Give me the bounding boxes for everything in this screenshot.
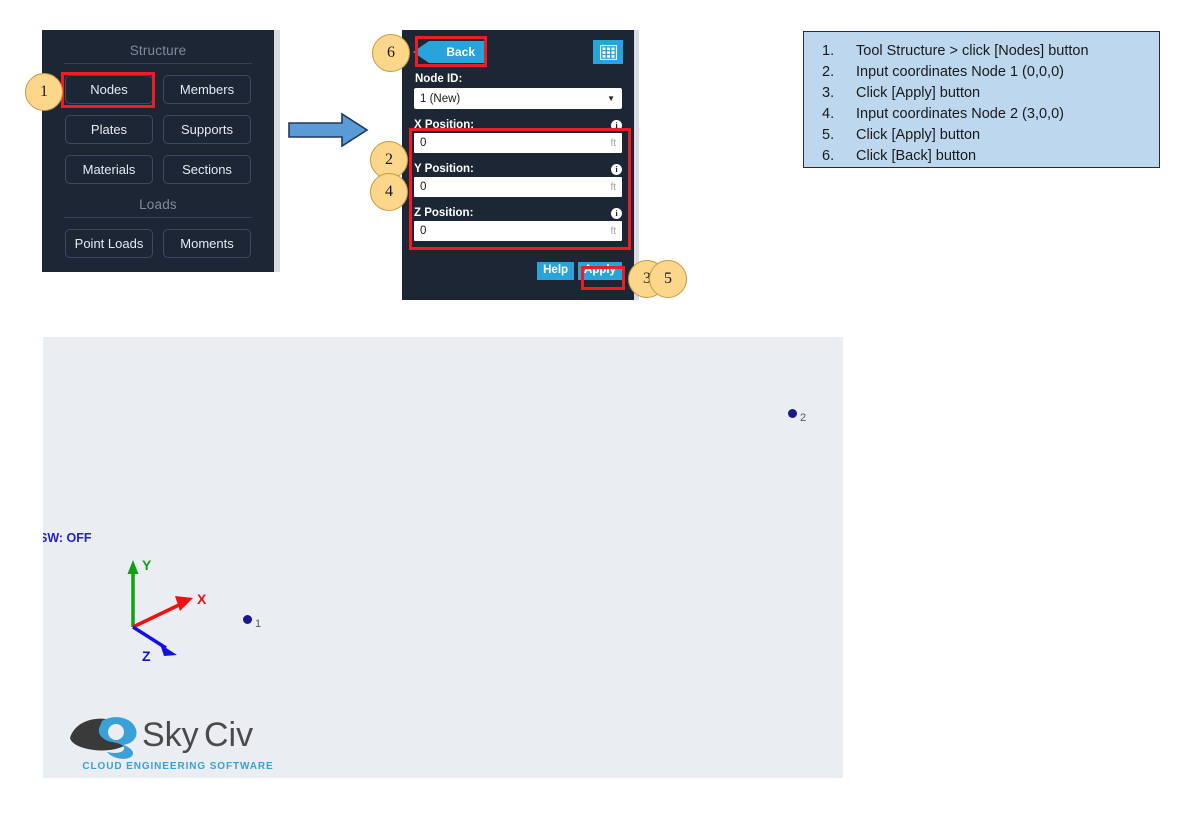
z-position-unit: ft xyxy=(610,225,616,237)
node-id-value: 1 (New) xyxy=(420,92,461,105)
step-badge-6: 6 xyxy=(372,34,410,72)
tool-button-supports[interactable]: Supports xyxy=(163,115,251,144)
step-badge-5: 5 xyxy=(649,260,687,298)
step-number: 5. xyxy=(822,127,835,143)
section-title-loads: Loads xyxy=(139,197,177,212)
tool-button-point-loads[interactable]: Point Loads xyxy=(65,229,153,258)
tool-panel-scrollbar[interactable] xyxy=(274,30,280,272)
properties-panel-footer: Help Apply xyxy=(537,261,622,280)
x-position-value: 0 xyxy=(420,137,427,149)
apply-button[interactable]: Apply xyxy=(578,261,622,280)
info-icon[interactable]: i xyxy=(611,207,622,219)
info-icon[interactable]: i xyxy=(611,163,622,175)
info-icon[interactable]: i xyxy=(611,119,622,131)
section-divider-loads xyxy=(64,217,252,218)
z-position-label: Z Position: xyxy=(414,207,474,219)
selfweight-status-label: SW: OFF xyxy=(43,531,92,545)
model-node-2-label: 2 xyxy=(800,412,807,424)
model-node-1-label: 1 xyxy=(255,618,262,630)
section-divider-structure xyxy=(64,63,252,64)
step-badge-4: 4 xyxy=(370,173,408,211)
tool-button-nodes[interactable]: Nodes xyxy=(65,75,153,104)
step-number: 4. xyxy=(822,106,835,122)
instruction-step: 1. Tool Structure > click [Nodes] button xyxy=(814,41,1149,62)
step-number: 2. xyxy=(822,64,835,80)
skyciv-logo-mark: Sky Civ xyxy=(70,716,253,759)
y-position-label-row: Y Position: i xyxy=(414,153,622,175)
properties-panel-scrollbar[interactable] xyxy=(634,30,639,300)
node-properties-panel: Back Node ID: 1 (New) ▼ X Position: i 0 … xyxy=(402,30,634,300)
axis-triad-icon: Y X Z xyxy=(127,557,207,662)
structure-tool-panel: Structure Nodes Members Plates Supports … xyxy=(42,30,274,272)
instruction-step: 5. Click [Apply] button xyxy=(814,125,1149,146)
model-node-2[interactable] xyxy=(788,409,797,418)
properties-panel-body: Node ID: 1 (New) ▼ X Position: i 0 ft Y … xyxy=(402,64,634,241)
y-position-input[interactable]: 0 ft xyxy=(414,177,622,197)
help-button[interactable]: Help xyxy=(537,261,575,280)
instructions-box: 1. Tool Structure > click [Nodes] button… xyxy=(803,31,1160,168)
properties-panel-header: Back xyxy=(402,30,634,64)
flow-arrow-icon xyxy=(287,112,369,148)
z-position-label-row: Z Position: i xyxy=(414,197,622,219)
tool-button-moments[interactable]: Moments xyxy=(163,229,251,258)
step-number: 3. xyxy=(822,85,835,101)
model-node-1[interactable] xyxy=(243,615,252,624)
svg-text:Y: Y xyxy=(142,557,152,573)
svg-text:X: X xyxy=(197,591,207,607)
step-number: 6. xyxy=(822,148,835,164)
x-position-input[interactable]: 0 ft xyxy=(414,133,622,153)
svg-text:Sky: Sky xyxy=(142,716,199,754)
z-position-input[interactable]: 0 ft xyxy=(414,221,622,241)
instruction-step: 2. Input coordinates Node 1 (0,0,0) xyxy=(814,62,1149,83)
tool-button-members[interactable]: Members xyxy=(163,75,251,104)
node-id-select[interactable]: 1 (New) ▼ xyxy=(414,88,622,109)
back-button[interactable]: Back xyxy=(413,41,485,63)
skyciv-logo-tagline: CLOUD ENGINEERING SOFTWARE xyxy=(82,761,274,772)
model-viewport[interactable]: SW: OFF Y X Z 1 2 Sky Civ CLOUD ENGINEER… xyxy=(43,337,843,778)
step-text: Input coordinates Node 1 (0,0,0) xyxy=(856,64,1064,80)
step-text: Click [Back] button xyxy=(856,148,977,164)
step-number: 1. xyxy=(822,43,835,59)
y-position-value: 0 xyxy=(420,181,427,193)
step-text: Click [Apply] button xyxy=(856,127,981,143)
y-position-unit: ft xyxy=(610,181,616,193)
section-title-structure: Structure xyxy=(129,43,187,58)
node-id-label: Node ID: xyxy=(415,73,463,85)
loads-button-grid: Point Loads Moments xyxy=(42,229,274,258)
x-position-unit: ft xyxy=(610,137,616,149)
tool-button-plates[interactable]: Plates xyxy=(65,115,153,144)
structure-button-grid: Nodes Members Plates Supports Materials … xyxy=(42,75,274,184)
y-position-label: Y Position: xyxy=(414,163,474,175)
x-position-label: X Position: xyxy=(414,119,475,131)
chevron-down-icon: ▼ xyxy=(607,94,615,103)
step-text: Input coordinates Node 2 (3,0,0) xyxy=(856,106,1064,122)
svg-text:Z: Z xyxy=(142,648,151,662)
tool-button-sections[interactable]: Sections xyxy=(163,155,251,184)
step-text: Click [Apply] button xyxy=(856,85,981,101)
step-badge-1: 1 xyxy=(25,73,63,111)
back-button-label: Back xyxy=(446,45,475,59)
table-grid-icon[interactable] xyxy=(593,40,623,64)
z-position-value: 0 xyxy=(420,225,427,237)
instruction-step: 3. Click [Apply] button xyxy=(814,83,1149,104)
x-position-label-row: X Position: i xyxy=(414,109,622,131)
step-text: Tool Structure > click [Nodes] button xyxy=(856,43,1089,59)
instruction-step: 4. Input coordinates Node 2 (3,0,0) xyxy=(814,104,1149,125)
tool-button-materials[interactable]: Materials xyxy=(65,155,153,184)
instruction-step: 6. Click [Back] button xyxy=(814,146,1149,167)
skyciv-logo: Sky Civ CLOUD ENGINEERING SOFTWARE xyxy=(68,708,288,772)
svg-text:Civ: Civ xyxy=(204,716,253,754)
